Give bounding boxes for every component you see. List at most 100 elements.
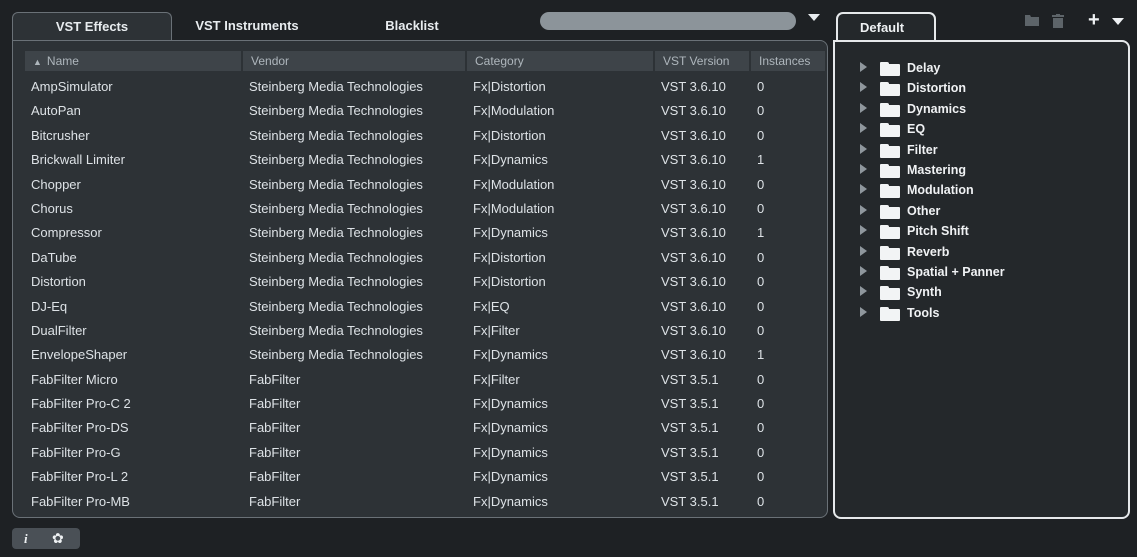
folder-label: Mastering bbox=[907, 162, 967, 177]
cell-vendor: FabFilter bbox=[249, 444, 301, 460]
cell-version: VST 3.6.10 bbox=[661, 200, 726, 216]
cell-name: AutoPan bbox=[31, 103, 81, 119]
folder-label: Distortion bbox=[907, 81, 967, 96]
cell-instances: 1 bbox=[757, 225, 765, 241]
tab-default[interactable]: Default bbox=[836, 12, 936, 42]
cell-category: Fx|Dynamics bbox=[473, 396, 548, 412]
folder-icon bbox=[880, 245, 900, 260]
column-header-category[interactable]: Category bbox=[467, 51, 655, 71]
cell-category: Fx|Distortion bbox=[473, 127, 546, 143]
tab-vst-instruments[interactable]: VST Instruments bbox=[177, 12, 317, 40]
cell-version: VST 3.5.1 bbox=[661, 420, 719, 436]
cell-vendor: FabFilter bbox=[249, 469, 301, 485]
cell-name: Brickwall Limiter bbox=[31, 152, 125, 168]
cell-vendor: Steinberg Media Technologies bbox=[249, 322, 423, 338]
cell-category: Fx|Dynamics bbox=[473, 469, 548, 485]
expand-caret-icon[interactable] bbox=[860, 245, 867, 256]
cell-category: Fx|Dynamics bbox=[473, 152, 548, 168]
cell-category: Fx|Dynamics bbox=[473, 444, 548, 460]
expand-caret-icon[interactable] bbox=[860, 306, 867, 317]
cell-vendor: Steinberg Media Technologies bbox=[249, 79, 423, 94]
cell-name: FabFilter Pro-DS bbox=[31, 420, 129, 436]
expand-caret-icon[interactable] bbox=[860, 82, 867, 93]
gear-icon[interactable]: ✿ bbox=[52, 528, 64, 549]
cell-version: VST 3.6.10 bbox=[661, 225, 726, 241]
cell-instances: 0 bbox=[757, 127, 765, 143]
cell-name: EnvelopeShaper bbox=[31, 347, 128, 363]
column-header-instances[interactable]: Instances bbox=[751, 51, 827, 71]
cell-category: Fx|Dynamics bbox=[473, 493, 548, 509]
cell-version: VST 3.6.10 bbox=[661, 103, 726, 119]
cell-category: Fx|Modulation bbox=[473, 103, 555, 119]
cell-name: DaTube bbox=[31, 249, 77, 265]
cell-name: Compressor bbox=[31, 225, 102, 241]
search-field[interactable] bbox=[540, 12, 796, 30]
cell-version: VST 3.5.1 bbox=[661, 444, 719, 460]
cell-category: Fx|Dynamics bbox=[473, 347, 548, 363]
expand-caret-icon[interactable] bbox=[860, 184, 867, 195]
cell-instances: 0 bbox=[757, 103, 765, 119]
cell-instances: 0 bbox=[757, 396, 765, 412]
column-header-name[interactable]: ▲ Name bbox=[25, 51, 243, 71]
folder-label: EQ bbox=[907, 122, 926, 137]
expand-caret-icon[interactable] bbox=[860, 163, 867, 174]
sort-ascending-icon: ▲ bbox=[33, 57, 42, 67]
plugin-list-panel: ▲ Name Vendor Category VST Version Instan… bbox=[12, 40, 828, 518]
cell-instances: 0 bbox=[757, 322, 765, 338]
folder-icon bbox=[880, 225, 900, 240]
expand-caret-icon[interactable] bbox=[860, 286, 867, 297]
plus-icon[interactable]: + bbox=[1088, 10, 1100, 30]
cell-version: VST 3.6.10 bbox=[661, 274, 726, 290]
column-header-vendor[interactable]: Vendor bbox=[243, 51, 467, 71]
tab-vst-effects[interactable]: VST Effects bbox=[12, 12, 172, 40]
trash-icon[interactable] bbox=[1052, 14, 1064, 31]
cell-vendor: Steinberg Media Technologies bbox=[249, 347, 423, 363]
cell-name: Distortion bbox=[31, 274, 86, 290]
folder-label: Dynamics bbox=[907, 101, 967, 116]
cell-version: VST 3.5.1 bbox=[661, 371, 719, 387]
cell-vendor: Steinberg Media Technologies bbox=[249, 274, 423, 290]
folder-label: Other bbox=[907, 203, 941, 218]
cell-version: VST 3.5.1 bbox=[661, 469, 719, 485]
cell-category: Fx|Filter bbox=[473, 322, 520, 338]
tab-blacklist[interactable]: Blacklist bbox=[347, 12, 477, 40]
folder-icon bbox=[880, 286, 900, 301]
folder-label: Delay bbox=[907, 61, 941, 75]
cell-instances: 0 bbox=[757, 79, 765, 94]
cell-category: Fx|Distortion bbox=[473, 274, 546, 290]
cell-instances: 0 bbox=[757, 420, 765, 436]
folder-icon bbox=[880, 82, 900, 97]
cell-version: VST 3.5.1 bbox=[661, 396, 719, 412]
expand-caret-icon[interactable] bbox=[860, 204, 867, 215]
folder-label: Modulation bbox=[907, 183, 974, 198]
column-header-version[interactable]: VST Version bbox=[655, 51, 751, 71]
cell-version: VST 3.6.10 bbox=[661, 322, 726, 338]
cell-version: VST 3.6.10 bbox=[661, 152, 726, 168]
cell-name: FabFilter Pro-MB bbox=[31, 493, 130, 509]
cell-vendor: FabFilter bbox=[249, 420, 301, 436]
expand-caret-icon[interactable] bbox=[860, 123, 867, 134]
info-icon[interactable]: i bbox=[24, 528, 28, 549]
expand-caret-icon[interactable] bbox=[860, 102, 867, 113]
cell-instances: 0 bbox=[757, 200, 765, 216]
expand-caret-icon[interactable] bbox=[860, 143, 867, 154]
folder-icon bbox=[880, 102, 900, 117]
cell-instances: 0 bbox=[757, 371, 765, 387]
folder-icon bbox=[880, 265, 900, 280]
chevron-down-icon[interactable] bbox=[1112, 18, 1124, 25]
cell-instances: 0 bbox=[757, 493, 765, 509]
expand-caret-icon[interactable] bbox=[860, 265, 867, 276]
folder-label: Pitch Shift bbox=[907, 224, 969, 239]
cell-name: Chopper bbox=[31, 176, 81, 192]
folder-label: Tools bbox=[907, 305, 940, 320]
new-folder-icon[interactable] bbox=[1025, 14, 1039, 29]
expand-caret-icon[interactable] bbox=[860, 225, 867, 236]
cell-instances: 0 bbox=[757, 274, 765, 290]
cell-category: Fx|Distortion bbox=[473, 79, 546, 94]
cell-version: VST 3.6.10 bbox=[661, 176, 726, 192]
search-dropdown-arrow-icon[interactable] bbox=[808, 14, 820, 21]
cell-vendor: Steinberg Media Technologies bbox=[249, 152, 423, 168]
cell-vendor: FabFilter bbox=[249, 396, 301, 412]
expand-caret-icon[interactable] bbox=[860, 62, 867, 72]
folder-icon bbox=[880, 204, 900, 219]
